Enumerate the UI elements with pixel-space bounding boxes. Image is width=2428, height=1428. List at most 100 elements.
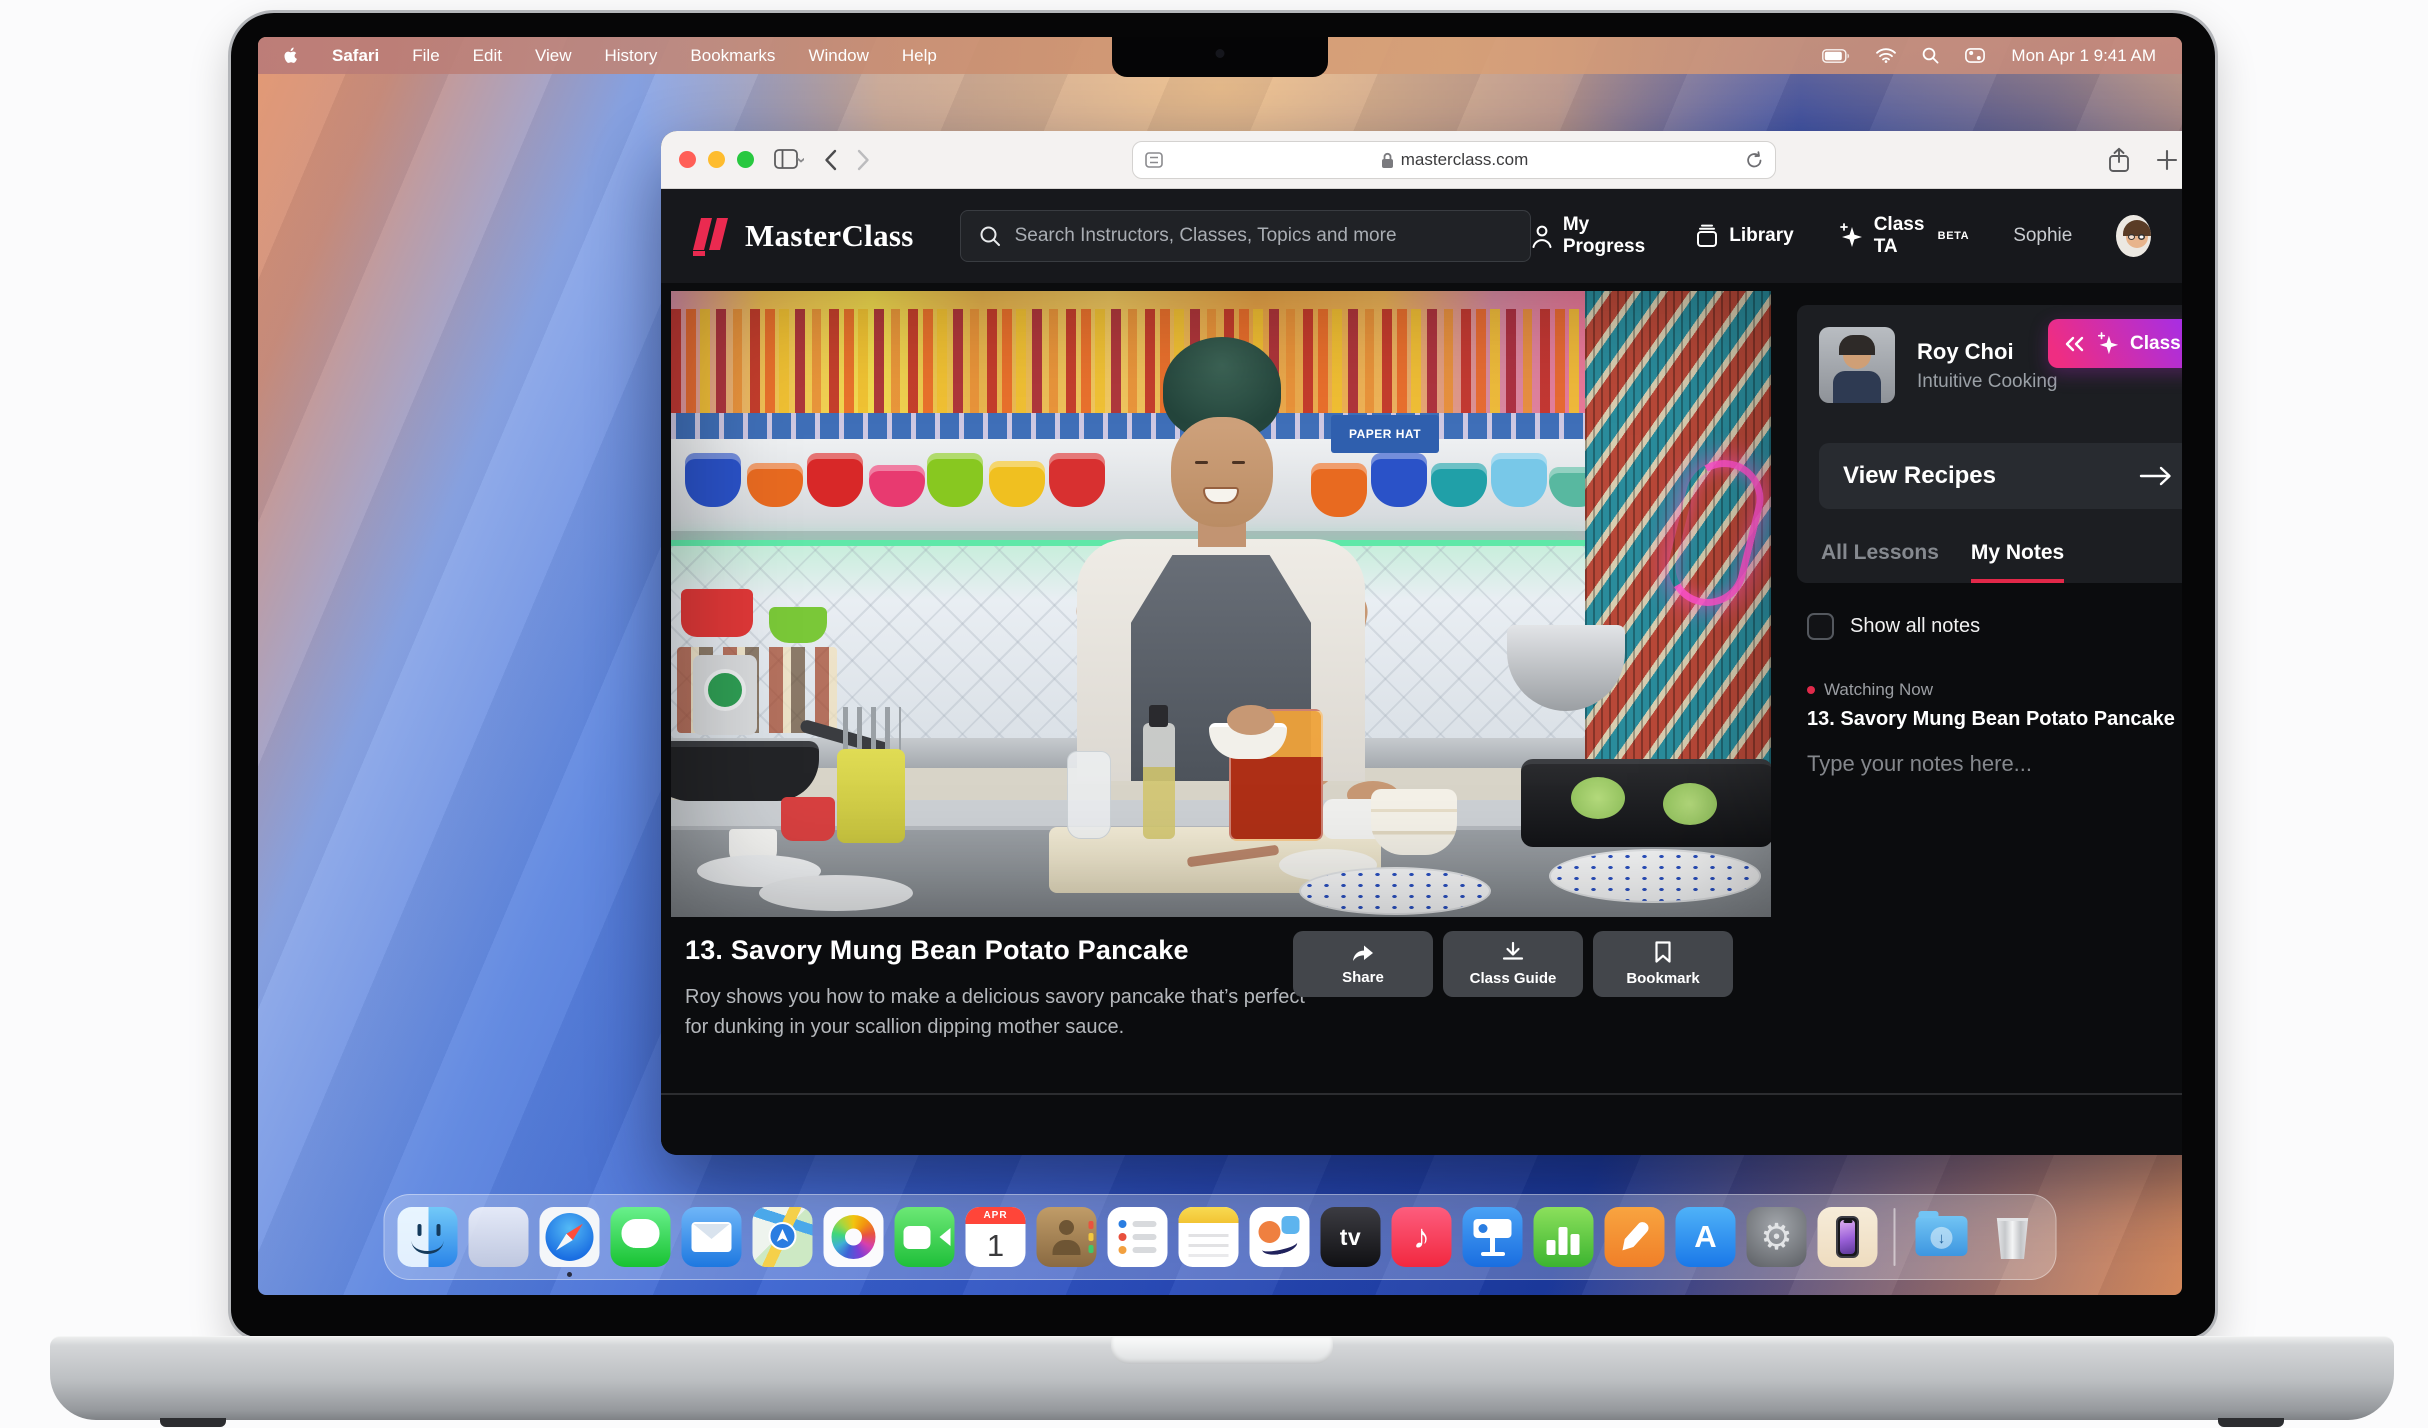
video-player[interactable]: PAPER HAT [671, 291, 1771, 917]
masterclass-logo[interactable]: MasterClass [691, 214, 914, 258]
arrow-right-icon [2139, 465, 2173, 487]
window-controls [679, 151, 754, 168]
page-canvas: Safari File Edit View History Bookmarks … [0, 0, 2428, 1428]
display-notch [1112, 37, 1328, 77]
bookmark-button[interactable]: Bookmark [1593, 931, 1733, 997]
menu-item-safari[interactable]: Safari [332, 46, 379, 66]
share-arrow-icon [1351, 942, 1375, 962]
nav-my-progress[interactable]: My Progress [1531, 214, 1651, 258]
course-title: Intuitive Cooking [1917, 371, 2057, 393]
dock-icon-downloads[interactable]: ↓ [1912, 1207, 1972, 1267]
tab-my-notes[interactable]: My Notes [1971, 541, 2064, 583]
nav-class-ta[interactable]: Class TA BETA [1838, 214, 1970, 258]
dock-icon-trash[interactable] [1983, 1207, 2043, 1267]
battery-icon[interactable] [1822, 49, 1850, 63]
lid-opening-notch [1111, 1337, 1333, 1364]
safari-window: masterclass.com [661, 131, 2182, 1155]
sparkle-icon [2096, 332, 2120, 356]
masterclass-header: MasterClass Search Instructors, Classes,… [661, 189, 2182, 283]
back-button-icon[interactable] [824, 149, 837, 171]
safari-toolbar: masterclass.com [661, 131, 2182, 189]
reload-icon[interactable] [1746, 151, 1763, 169]
bookmark-icon [1654, 941, 1672, 963]
show-all-notes-checkbox[interactable] [1807, 613, 1834, 640]
menu-item-file[interactable]: File [412, 46, 439, 66]
menu-item-window[interactable]: Window [808, 46, 868, 66]
menu-item-view[interactable]: View [535, 46, 572, 66]
nav-class-ta-label: Class TA [1874, 214, 1926, 258]
menu-item-help[interactable]: Help [902, 46, 937, 66]
search-placeholder: Search Instructors, Classes, Topics and … [1015, 225, 1397, 247]
tab-all-lessons[interactable]: All Lessons [1821, 541, 1939, 583]
dock-icon-facetime[interactable] [895, 1207, 955, 1267]
lock-icon [1381, 152, 1394, 169]
dock-icon-safari[interactable] [540, 1207, 600, 1267]
menu-bar-clock[interactable]: Mon Apr 1 9:41 AM [2011, 46, 2156, 66]
show-all-notes-label: Show all notes [1850, 615, 1980, 638]
dock-icon-music[interactable]: ♪ [1392, 1207, 1452, 1267]
wifi-icon[interactable] [1876, 48, 1896, 63]
forward-button-icon[interactable] [857, 149, 870, 171]
collapse-chevrons-icon [2064, 336, 2086, 352]
class-ta-button-label: Class TA [2130, 333, 2182, 355]
dock-icon-launchpad[interactable] [469, 1207, 529, 1267]
class-guide-button-label: Class Guide [1470, 970, 1557, 987]
dock-icon-messages[interactable] [611, 1207, 671, 1267]
avatar[interactable] [2116, 215, 2151, 257]
menu-item-bookmarks[interactable]: Bookmarks [690, 46, 775, 66]
minimize-window-button[interactable] [708, 151, 725, 168]
instructor-thumbnail [1819, 327, 1895, 403]
zoom-window-button[interactable] [737, 151, 754, 168]
content-divider [661, 1093, 2182, 1095]
lesson-description: Roy shows you how to make a delicious sa… [685, 982, 1327, 1043]
share-icon[interactable] [2108, 147, 2130, 173]
macbook-base [50, 1336, 2394, 1420]
bookmark-button-label: Bookmark [1626, 970, 1699, 987]
control-center-icon[interactable] [1965, 48, 1985, 63]
masterclass-logo-text: MasterClass [745, 218, 914, 254]
class-guide-button[interactable]: Class Guide [1443, 931, 1583, 997]
notes-input[interactable]: Type your notes here... [1807, 751, 2182, 777]
apple-menu-icon[interactable] [284, 46, 299, 65]
new-tab-icon[interactable] [2156, 149, 2178, 171]
site-search-input[interactable]: Search Instructors, Classes, Topics and … [960, 210, 1531, 262]
dock-icon-freeform[interactable] [1250, 1207, 1310, 1267]
share-button-label: Share [1342, 969, 1384, 986]
dock-icon-finder[interactable] [398, 1207, 458, 1267]
class-ta-button[interactable]: Class TA [2048, 319, 2182, 368]
dock-icon-keynote[interactable] [1463, 1207, 1523, 1267]
dock-icon-iphone-mirroring[interactable] [1818, 1207, 1878, 1267]
sidebar-toggle-icon[interactable] [774, 149, 804, 171]
dock-icon-notes[interactable] [1179, 1207, 1239, 1267]
rubber-foot [2218, 1418, 2284, 1427]
library-icon [1695, 224, 1719, 248]
spotlight-search-icon[interactable] [1922, 47, 1939, 64]
dock-icon-maps[interactable] [753, 1207, 813, 1267]
dock-icon-numbers[interactable] [1534, 1207, 1594, 1267]
dock-icon-mail[interactable] [682, 1207, 742, 1267]
address-bar[interactable]: masterclass.com [1132, 141, 1776, 179]
url-text: masterclass.com [1401, 150, 1529, 170]
dock-icon-photos[interactable] [824, 1207, 884, 1267]
reader-icon[interactable] [1145, 152, 1163, 168]
nav-my-progress-label: My Progress [1563, 214, 1651, 258]
dock-icon-calendar[interactable]: APR 1 [966, 1207, 1026, 1267]
sparkle-icon [1838, 223, 1864, 249]
user-name[interactable]: Sophie [2013, 225, 2072, 247]
view-recipes-button[interactable]: View Recipes [1819, 443, 2182, 509]
nav-library[interactable]: Library [1695, 224, 1793, 248]
dock-icon-contacts[interactable] [1037, 1207, 1097, 1267]
menu-item-history[interactable]: History [605, 46, 658, 66]
dock-icon-pages[interactable] [1605, 1207, 1665, 1267]
notes-section: Show all notes i Watching Now 13. Savory… [1807, 613, 2182, 777]
close-window-button[interactable] [679, 151, 696, 168]
dock-icon-reminders[interactable] [1108, 1207, 1168, 1267]
share-button[interactable]: Share [1293, 931, 1433, 997]
paper-hat-sticker: PAPER HAT [1331, 415, 1439, 453]
dock-icon-apple-tv[interactable]: tv [1321, 1207, 1381, 1267]
rubber-foot [160, 1418, 226, 1427]
masterclass-main: PAPER HAT [661, 283, 2182, 1155]
dock-icon-app-store[interactable]: A [1676, 1207, 1736, 1267]
menu-item-edit[interactable]: Edit [473, 46, 502, 66]
dock-icon-system-settings[interactable]: ⚙ [1747, 1207, 1807, 1267]
